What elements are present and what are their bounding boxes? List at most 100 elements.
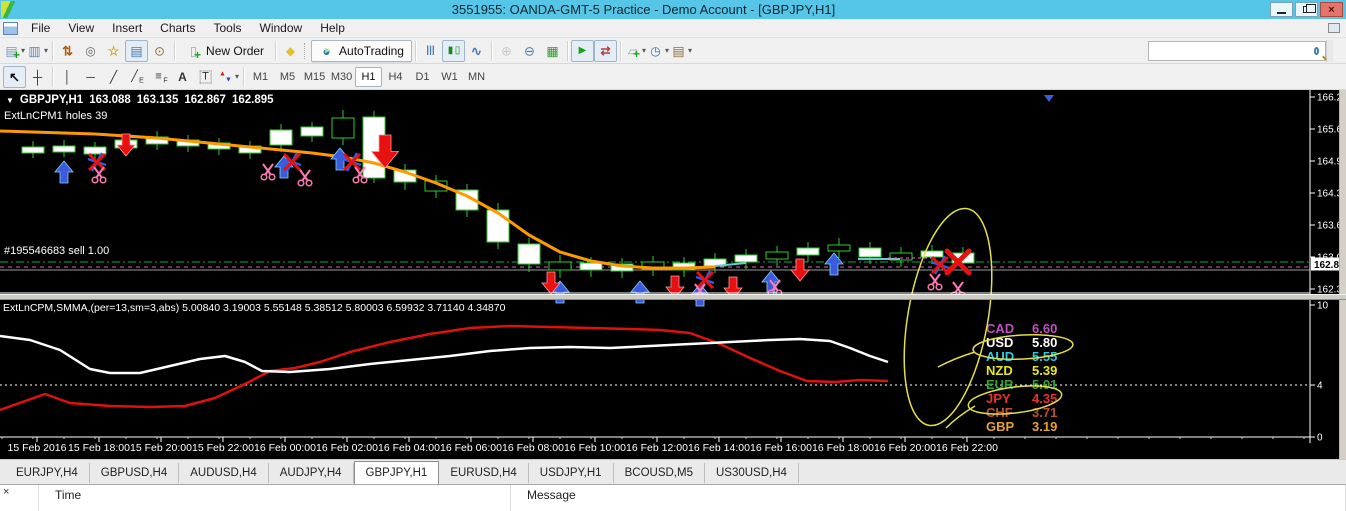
chart-line-button[interactable]: ∿ — [465, 40, 488, 62]
time-tick-label: 15 Feb 22:00 — [192, 442, 254, 454]
timeframe-w1-button[interactable]: W1 — [436, 67, 463, 87]
text-label-tool-button[interactable]: T — [194, 66, 217, 88]
autotrading-button[interactable]: ● ▶ AutoTrading — [311, 39, 412, 62]
pane-resize-handle[interactable] — [0, 294, 1346, 300]
chart-bars-button[interactable]: ||| — [419, 40, 442, 62]
chart-tab-audjpy-h4[interactable]: AUDJPY,H4 — [269, 463, 354, 483]
chart-tab-gbpusd-h4[interactable]: GBPUSD,H4 — [90, 463, 180, 483]
trendline-tool-button[interactable]: ╱ — [102, 66, 125, 88]
templates-button[interactable]: ▤ ▾ — [670, 40, 693, 62]
profiles-dropdown-icon[interactable]: ▾ — [44, 46, 48, 55]
menu-insert[interactable]: Insert — [103, 19, 151, 37]
text-a-icon: A — [178, 69, 187, 84]
time-axis[interactable]: 15 Feb 2016 15 Feb 18:00 15 Feb 20:00 15 Fe… — [1, 437, 1305, 454]
menu-help[interactable]: Help — [311, 19, 354, 37]
arrow-objects-tool-dropdown-icon[interactable]: ▾ — [235, 72, 239, 81]
indicators-list-dropdown-icon[interactable]: ▾ — [642, 46, 646, 55]
text-tool-button[interactable]: A — [171, 66, 194, 88]
timeframe-mn-button[interactable]: MN — [463, 67, 490, 87]
timeframe-m30-button[interactable]: M30 — [328, 67, 355, 87]
chart-tab-bcousd-m5[interactable]: BCOUSD,M5 — [614, 463, 705, 483]
menu-window[interactable]: Window — [251, 19, 312, 37]
new-order-button[interactable]: ▯ + New Order — [178, 40, 272, 62]
toolbar-drag-handle[interactable] — [304, 42, 307, 59]
equidistant-channel-tool-button[interactable]: ╱ E — [125, 66, 148, 88]
channel-icon: ╱ E — [131, 70, 144, 85]
window-title: 3551955: OANDA-GMT-5 Practice - Demo Acc… — [451, 2, 836, 17]
order-doc-icon: ▯ + — [189, 43, 202, 62]
terminal-column-message[interactable]: Message — [511, 485, 1346, 511]
data-window-button[interactable]: ◎ — [79, 40, 102, 62]
chart-tab-eurusd-h4[interactable]: EURUSD,H4 — [439, 463, 529, 483]
menu-file[interactable]: File — [22, 19, 59, 37]
metaeditor-button[interactable]: ◆ — [279, 40, 302, 62]
cursor-tool-button[interactable]: ↖ — [3, 65, 26, 88]
chart-candles-button[interactable]: ▮ ▯ — [441, 39, 465, 62]
autotrading-label: AutoTrading — [339, 43, 404, 58]
chart-window-icon[interactable] — [3, 21, 18, 35]
terminal-panel-button[interactable]: ▤ — [125, 39, 149, 62]
chart-tab-eurjpy-h4[interactable]: EURJPY,H4 — [5, 463, 90, 483]
usd-strength-line — [0, 334, 889, 375]
toolbar-separator — [52, 40, 54, 61]
chart-tab-gbpjpy-h1[interactable]: GBPJPY,H1 — [353, 461, 440, 484]
profiles-button[interactable]: ▥ ▾ — [26, 40, 49, 62]
zoom-out-button[interactable]: ⊖ — [518, 40, 541, 62]
timeframe-h4-button[interactable]: H4 — [382, 67, 409, 87]
search-input[interactable] — [1149, 43, 1314, 58]
crosshair-tool-button[interactable]: ┼ — [26, 66, 49, 88]
timeframe-d1-button[interactable]: D1 — [409, 67, 436, 87]
toolbar-separator — [490, 40, 492, 61]
label-t-icon: T — [198, 69, 213, 84]
chart-tab-usdjpy-h1[interactable]: USDJPY,H1 — [529, 463, 614, 483]
restore-button[interactable] — [1295, 2, 1318, 17]
currency-code-gbp: GBP — [986, 419, 1015, 434]
child-window-controls-icon[interactable] — [1328, 23, 1340, 33]
zoom-in-icon: ⊕ — [501, 43, 512, 58]
yellow-lasso-tail — [937, 351, 976, 368]
chart-canvas[interactable]: CAD 6.60USD 5.80AUD 5.55NZD 5.39EUR 5.01JPY 4.… — [0, 90, 1346, 459]
current-price-label: 162.8 — [1314, 260, 1339, 271]
candle-body — [765, 251, 789, 260]
zoom-out-icon: ⊖ — [524, 43, 535, 58]
chart-area[interactable]: CAD 6.60 USD 5.80 AUD 5.55 NZD 5.39 EUR 5.01 JPY 4.… — [0, 90, 1346, 459]
menu-view[interactable]: View — [59, 19, 103, 37]
terminal-close-button[interactable]: × — [3, 485, 9, 499]
chart-tab-audusd-h4[interactable]: AUDUSD,H4 — [179, 463, 269, 483]
candle-body — [579, 262, 603, 271]
fibonacci-tool-button[interactable]: ≡ F — [148, 66, 171, 88]
arrange-windows-button[interactable]: ▦ — [541, 40, 564, 62]
periods-list-dropdown-icon[interactable]: ▾ — [665, 46, 669, 55]
sub-axis-label: 10 — [1317, 301, 1329, 312]
zoom-in-button[interactable]: ⊕ — [495, 40, 518, 62]
market-watch-button[interactable]: ⇅ — [56, 40, 79, 62]
new-chart-dropdown-icon[interactable]: ▾ — [21, 46, 25, 55]
minimize-button[interactable] — [1270, 2, 1293, 17]
overlay-indicator-label: ExtLnCPM1 holes 39 — [4, 110, 108, 122]
chart-shift-button[interactable]: ⇄ — [593, 39, 617, 62]
indicator-plus-icon: ▱ + — [627, 43, 640, 61]
new-chart-button[interactable]: ▤ + ▾ — [3, 40, 26, 62]
horizontal-line-tool-button[interactable]: ─ — [79, 66, 102, 88]
navigator-button[interactable]: ☆ — [102, 40, 125, 62]
periods-list-button[interactable]: ◷ ▾ — [647, 40, 670, 62]
timeframe-m5-button[interactable]: M5 — [274, 67, 301, 87]
timeframe-m1-button[interactable]: M1 — [247, 67, 274, 87]
chart-tab-us30usd-h4[interactable]: US30USD,H4 — [705, 463, 799, 483]
templates-dropdown-icon[interactable]: ▾ — [688, 46, 692, 55]
indicators-list-button[interactable]: ▱ + ▾ — [624, 40, 647, 62]
candle-body — [548, 261, 572, 271]
terminal-column-time[interactable]: Time — [39, 485, 511, 511]
auto-scroll-button[interactable]: ▶ — [570, 39, 594, 62]
strategy-tester-button[interactable]: ⊙ — [148, 40, 171, 62]
arrow-objects-tool-button[interactable]: ▲ ▼ ▾ — [217, 66, 240, 88]
close-button[interactable]: × — [1320, 2, 1343, 17]
vertical-line-tool-button[interactable]: │ — [56, 66, 79, 88]
symbol-collapse-icon[interactable]: ▼ — [6, 96, 14, 105]
search-icon[interactable] — [1314, 46, 1319, 55]
menu-tools[interactable]: Tools — [205, 19, 251, 37]
title-bar[interactable]: 3551955: OANDA-GMT-5 Practice - Demo Acc… — [0, 0, 1346, 19]
timeframe-m15-button[interactable]: M15 — [301, 67, 328, 87]
menu-charts[interactable]: Charts — [151, 19, 204, 37]
timeframe-h1-button[interactable]: H1 — [355, 66, 383, 87]
